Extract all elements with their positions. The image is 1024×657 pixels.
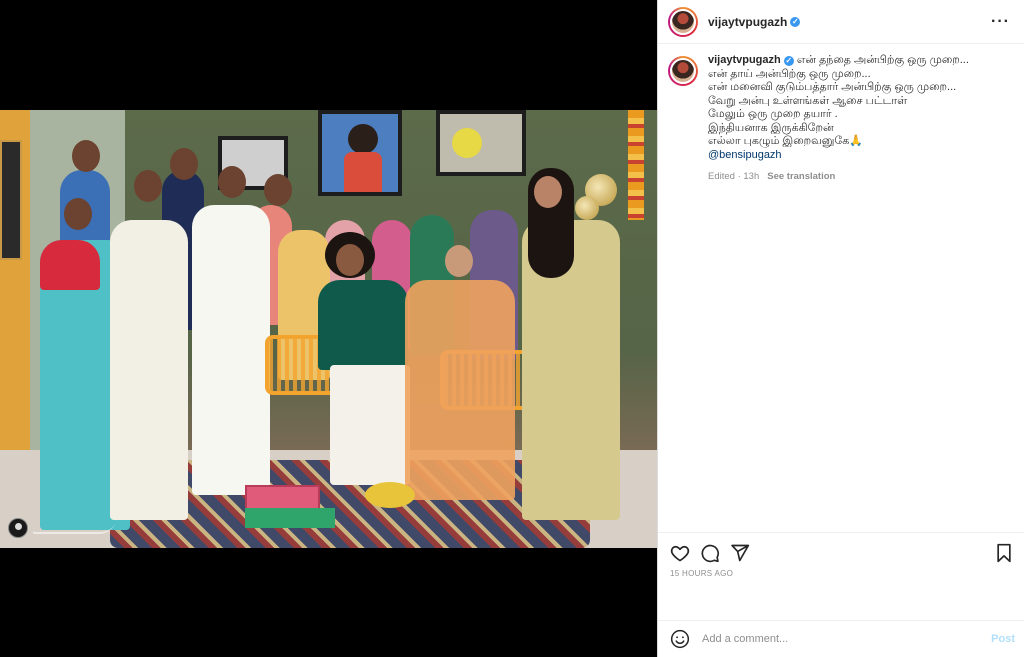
comment-input[interactable] — [702, 633, 992, 645]
action-row — [658, 533, 1024, 563]
heart-icon[interactable] — [670, 543, 690, 563]
share-icon[interactable] — [730, 543, 750, 563]
caption-username[interactable]: vijaytvpugazh — [708, 54, 781, 66]
caption-text-line: எல்லா புகழும் இறைவனுகே🙏 — [708, 135, 863, 147]
photo-person-bride — [405, 280, 515, 500]
caption-first-line: vijaytvpugazh ✓ என் தந்தை அன்பிற்கு ஒரு ம… — [708, 54, 969, 68]
caption-text-line: இந்தியனாக இருக்கிறேன் — [708, 121, 834, 134]
edited-timestamp: Edited · 13h — [708, 171, 760, 182]
photo-person — [192, 205, 270, 495]
photo-bananas — [365, 482, 415, 508]
see-translation-link[interactable]: See translation — [767, 170, 835, 184]
media-pane — [0, 0, 657, 657]
caption-body: vijaytvpugazh ✓ என் தந்தை அன்பிற்கு ஒரு ம… — [708, 54, 969, 184]
caption-text-line: மேலும் ஒரு முறை தயார் . — [708, 108, 838, 120]
caption-text-line: என் தந்தை அன்பிற்கு ஒரு முறை... — [796, 54, 969, 66]
photo-garland — [628, 110, 644, 220]
comment-bar: Post — [658, 620, 1024, 657]
comment-icon[interactable] — [700, 543, 720, 563]
photo-person-head — [336, 244, 364, 276]
photo-person-blouse — [40, 240, 100, 290]
verified-badge-icon: ✓ — [790, 16, 801, 27]
photo-watermark — [8, 518, 158, 538]
photo-gift-box — [245, 508, 335, 528]
photo-person-head — [445, 245, 473, 277]
photo-person-groom — [318, 280, 408, 370]
photo-person — [110, 220, 188, 520]
post-details-pane: vijaytvpugazh ✓ ··· vijaytvpugazh ✓ என் த… — [657, 0, 1024, 657]
bookmark-icon[interactable] — [995, 543, 1013, 563]
avatar[interactable] — [668, 56, 698, 86]
post-caption: vijaytvpugazh ✓ என் தந்தை அன்பிற்கு ஒரு ம… — [658, 44, 1024, 184]
caption-meta: Edited · 13h See translation — [708, 170, 969, 184]
avatar[interactable] — [668, 6, 698, 37]
camera-avatar-icon — [8, 518, 28, 538]
caption-text-line: என் தாய் அன்பிற்கு ஒரு முறை... — [708, 67, 871, 80]
photo-person-head — [534, 176, 562, 208]
photo-person-head — [134, 170, 162, 202]
photo-person-groom-veshti — [330, 365, 410, 485]
caption-text-line: என் மனைவி குடும்பத்தார் அன்பிற்கு ஒரு மு… — [708, 81, 957, 93]
post-author-username[interactable]: vijaytvpugazh — [708, 15, 787, 29]
post-comment-button[interactable]: Post — [991, 633, 1015, 645]
photo-person-head — [64, 198, 92, 230]
post-photo[interactable] — [0, 110, 657, 548]
photo-door-frame — [0, 140, 22, 260]
post-header: vijaytvpugazh ✓ ··· — [658, 0, 1024, 44]
post-timestamp: 15 HOURS AGO — [670, 569, 734, 578]
photo-person-head — [170, 148, 198, 180]
photo-person-head — [264, 174, 292, 206]
watermark-signature — [31, 522, 117, 534]
photo-person-head — [218, 166, 246, 198]
photo-wall-frame — [436, 110, 526, 176]
verified-badge-icon: ✓ — [783, 56, 794, 66]
photo-person-head — [72, 140, 100, 172]
caption-mention-link[interactable]: @bensipugazh — [708, 149, 969, 163]
post-actions: 15 HOURS AGO — [658, 532, 1024, 620]
caption-text-line: வேறு அன்பு உள்ளங்கள் ஆசை பட்டாள் — [708, 94, 908, 107]
more-options-icon[interactable]: ··· — [991, 13, 1010, 31]
smiley-icon[interactable] — [670, 629, 690, 649]
photo-decor-plate — [575, 196, 599, 220]
photo-wall-frame — [318, 110, 402, 196]
